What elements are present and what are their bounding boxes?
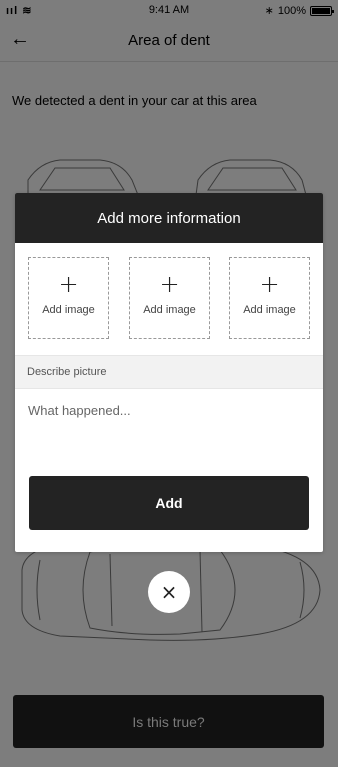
- modal-header: Add more information: [15, 193, 323, 243]
- add-info-modal: Add more information + Add image + Add i…: [15, 193, 323, 552]
- battery-icon: [310, 5, 334, 16]
- add-image-slot[interactable]: + Add image: [229, 257, 310, 339]
- modal-title: Add more information: [97, 209, 241, 227]
- add-image-slot[interactable]: + Add image: [129, 257, 210, 339]
- image-slots: + Add image + Add image + Add image: [15, 243, 323, 355]
- is-this-true-button[interactable]: Is this true?: [13, 695, 324, 748]
- describe-picture-label: Describe picture: [15, 355, 323, 389]
- add-image-label: Add image: [243, 304, 296, 316]
- status-right: ∗ 100%: [264, 4, 334, 17]
- plus-icon: +: [58, 270, 79, 298]
- plus-icon: +: [259, 270, 280, 298]
- detect-message: We detected a dent in your car at this a…: [12, 93, 257, 108]
- page-title: Area of dent: [128, 32, 210, 49]
- add-image-slot[interactable]: + Add image: [28, 257, 109, 339]
- add-button[interactable]: Add: [29, 476, 309, 530]
- add-image-label: Add image: [143, 304, 196, 316]
- app-header: ← Area of dent: [0, 20, 338, 62]
- status-bar: ııl ≋ 9:41 AM ∗ 100%: [0, 0, 338, 20]
- plus-icon: +: [159, 270, 180, 298]
- bluetooth-icon: ∗: [264, 5, 274, 17]
- battery-percent: 100%: [277, 4, 306, 17]
- describe-input[interactable]: [15, 389, 323, 469]
- close-icon[interactable]: ×: [148, 571, 190, 613]
- add-image-label: Add image: [42, 304, 95, 316]
